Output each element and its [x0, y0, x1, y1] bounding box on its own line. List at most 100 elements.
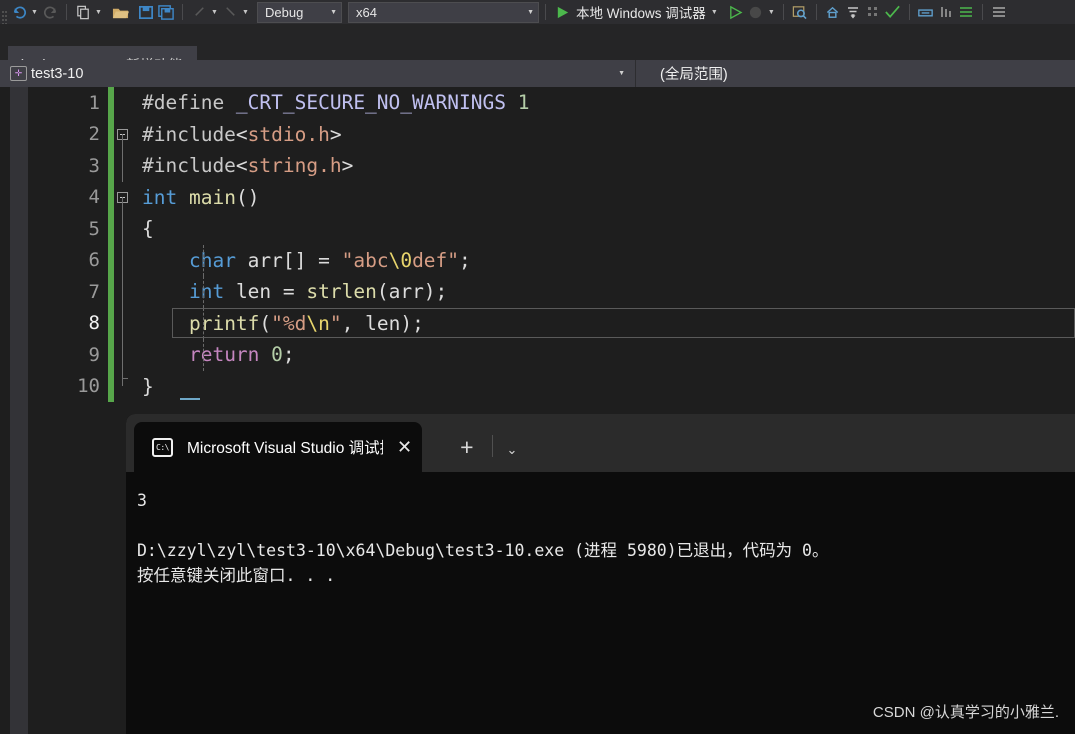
- code-line[interactable]: 1 #define _CRT_SECURE_NO_WARNINGS 1: [28, 87, 1075, 119]
- redo-icon[interactable]: [40, 2, 60, 22]
- project-selector-combo[interactable]: ✛ test3-10 ▼: [0, 60, 636, 87]
- scope-selector-combo[interactable]: (全局范围): [636, 60, 1075, 87]
- navigate-forward-dropdown-icon[interactable]: ▼: [240, 2, 251, 22]
- close-icon[interactable]: ✕: [397, 437, 412, 458]
- code-token: int: [188, 280, 225, 304]
- code-token: stdio.h: [247, 122, 330, 146]
- navigate-backward-icon[interactable]: [189, 2, 209, 22]
- fold-guide: [122, 339, 123, 371]
- code-token: 1: [517, 91, 530, 115]
- save-all-icon[interactable]: [156, 2, 176, 22]
- chevron-down-icon: ▼: [330, 8, 337, 16]
- check-icon[interactable]: [883, 2, 903, 22]
- fold-column[interactable]: [114, 339, 132, 371]
- cmd-prompt-icon: C:\: [152, 437, 173, 457]
- fold-column[interactable]: [114, 244, 132, 276]
- start-debugging-icon[interactable]: [552, 2, 572, 22]
- chevron-down-icon[interactable]: ⌄: [507, 442, 518, 458]
- start-without-debugging-icon[interactable]: [726, 2, 746, 22]
- fold-column[interactable]: [114, 150, 132, 182]
- line-number: 8: [88, 312, 100, 335]
- fold-column[interactable]: [114, 182, 132, 213]
- console-tab[interactable]: C:\ Microsoft Visual Studio 调试控制台 ✕: [134, 422, 423, 472]
- fold-guide: [122, 307, 123, 339]
- undo-dropdown-icon[interactable]: ▼: [29, 2, 40, 22]
- code-text[interactable]: {: [132, 217, 154, 240]
- new-file-dropdown-icon[interactable]: ▼: [93, 2, 104, 22]
- code-token: return: [188, 343, 260, 367]
- code-text[interactable]: int len = strlen(arr);: [132, 280, 447, 303]
- overflow-menu-icon[interactable]: [989, 2, 1009, 22]
- navigate-backward-dropdown-icon[interactable]: ▼: [209, 2, 220, 22]
- code-text[interactable]: char arr[] = "abc\0def";: [132, 249, 471, 272]
- code-line[interactable]: 2 #include<stdio.h>: [28, 118, 1075, 150]
- code-token: <: [235, 154, 248, 178]
- fold-guide: [122, 134, 123, 150]
- code-line[interactable]: 5{: [28, 213, 1075, 245]
- code-line[interactable]: 3 #include<string.h>: [28, 150, 1075, 182]
- navigate-forward-icon[interactable]: [220, 2, 240, 22]
- solution-platform-value: x64: [356, 4, 377, 20]
- code-lines[interactable]: 1 #define _CRT_SECURE_NO_WARNINGS 1 2 #incl…: [28, 87, 1075, 407]
- open-file-icon[interactable]: [110, 2, 130, 22]
- vs-project-icon: ✛: [10, 66, 27, 81]
- toolbar-separator-4: [782, 4, 784, 20]
- code-token: def": [412, 248, 460, 272]
- editor-navigation-bar: ✛ test3-10 ▼ (全局范围): [0, 60, 1075, 87]
- home-icon[interactable]: [823, 2, 843, 22]
- search-icon[interactable]: [790, 2, 810, 22]
- properties-grid-icon[interactable]: [863, 2, 883, 22]
- solution-platform-combo[interactable]: x64 ▼: [348, 1, 539, 23]
- console-tab-title: Microsoft Visual Studio 调试控制台: [187, 440, 383, 457]
- toolbox-icon[interactable]: [916, 2, 936, 22]
- console-tab-bar: C:\ Microsoft Visual Studio 调试控制台 ✕ + ⌄: [126, 414, 1075, 472]
- window-left-edge: [0, 87, 10, 734]
- code-text[interactable]: int main(): [132, 186, 259, 209]
- solution-configuration-combo[interactable]: Debug ▼: [257, 1, 342, 23]
- code-line[interactable]: 8 printf("%d\n", len);: [28, 307, 1075, 339]
- code-text[interactable]: return 0;: [132, 343, 295, 366]
- toolbar-separator-7: [981, 4, 983, 20]
- code-text[interactable]: #include<string.h>: [132, 154, 353, 177]
- code-text[interactable]: }: [132, 375, 154, 398]
- undo-icon[interactable]: [9, 2, 29, 22]
- fold-column[interactable]: [114, 87, 132, 119]
- stop-dropdown-icon[interactable]: ▼: [766, 2, 777, 22]
- code-line[interactable]: 9 return 0;: [28, 339, 1075, 371]
- properties-window-icon[interactable]: [956, 2, 976, 22]
- new-file-icon[interactable]: [73, 2, 93, 22]
- save-icon[interactable]: [136, 2, 156, 22]
- fold-column[interactable]: [114, 213, 132, 245]
- code-token: ;: [459, 248, 471, 272]
- fold-column[interactable]: [114, 119, 132, 150]
- code-line[interactable]: 10}: [28, 370, 1075, 403]
- error-list-icon[interactable]: [936, 2, 956, 22]
- stop-icon[interactable]: [746, 2, 766, 22]
- chevron-down-icon[interactable]: ▼: [618, 70, 625, 77]
- toolbar-grip[interactable]: [0, 3, 9, 21]
- code-text[interactable]: #include<stdio.h>: [132, 123, 342, 146]
- fold-column[interactable]: [114, 307, 132, 339]
- start-debugging-label[interactable]: 本地 Windows 调试器: [576, 2, 706, 22]
- console-tab-divider: [491, 435, 493, 457]
- fold-column[interactable]: [114, 370, 132, 403]
- line-number: 2: [88, 123, 100, 146]
- toolbar-separator: [66, 4, 67, 20]
- line-number: 1: [88, 91, 100, 114]
- code-text[interactable]: #define _CRT_SECURE_NO_WARNINGS 1: [132, 91, 529, 114]
- start-debugging-dropdown-icon[interactable]: ▼: [709, 2, 720, 22]
- code-line[interactable]: 7 int len = strlen(arr);: [28, 276, 1075, 308]
- code-line[interactable]: 4 int main(): [28, 181, 1075, 213]
- code-line[interactable]: 6 char arr[] = "abc\0def";: [28, 244, 1075, 276]
- plus-icon[interactable]: +: [448, 436, 485, 459]
- code-token: strlen: [306, 280, 377, 304]
- current-line-highlight: [172, 308, 1075, 339]
- fold-column[interactable]: [114, 276, 132, 308]
- sort-descending-icon[interactable]: [843, 2, 863, 22]
- line-number: 9: [88, 343, 100, 366]
- toolbar-separator-3: [545, 4, 546, 20]
